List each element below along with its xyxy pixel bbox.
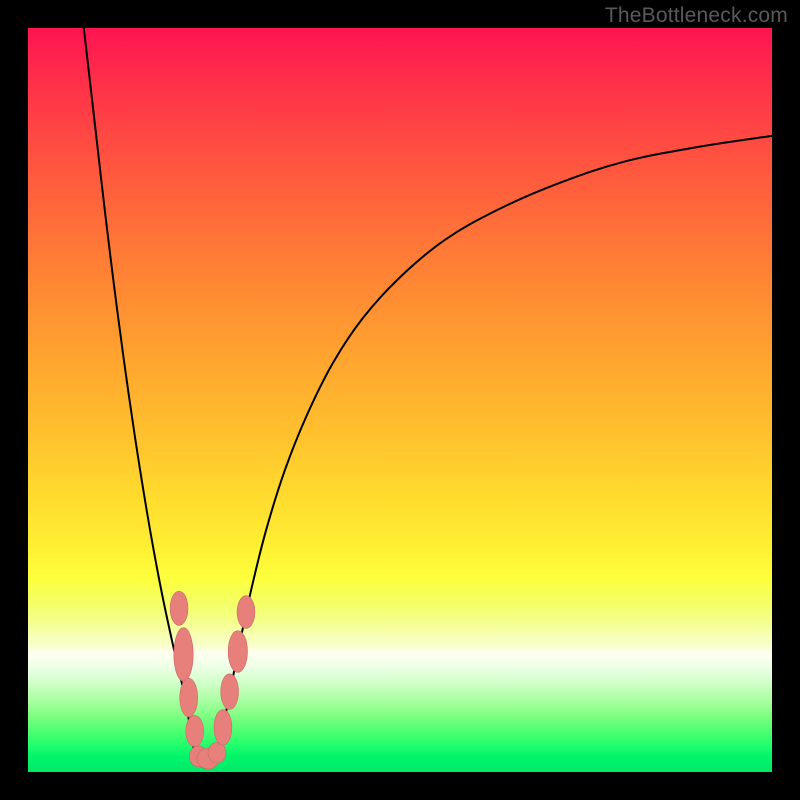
marker-dots — [170, 591, 255, 769]
watermark-text: TheBottleneck.com — [605, 4, 788, 28]
marker-0 — [170, 591, 188, 625]
marker-7 — [214, 710, 232, 746]
marker-10 — [237, 596, 255, 629]
plot-area — [28, 28, 772, 772]
chart-frame: TheBottleneck.com — [0, 0, 800, 800]
marker-8 — [221, 674, 239, 710]
curve-layer — [28, 28, 772, 772]
marker-2 — [180, 678, 198, 717]
marker-3 — [186, 715, 204, 746]
series-right-curve — [218, 136, 772, 750]
marker-1 — [174, 628, 193, 682]
marker-9 — [228, 631, 247, 673]
